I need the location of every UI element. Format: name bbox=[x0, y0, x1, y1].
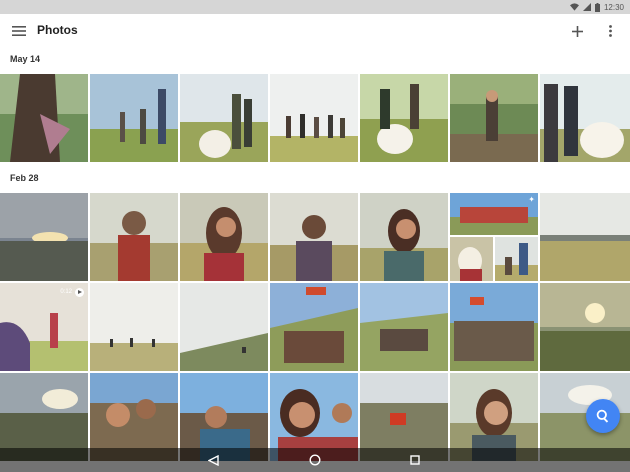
nav-recents-icon[interactable] bbox=[407, 452, 423, 468]
photo-thumbnail[interactable] bbox=[450, 237, 493, 281]
photo-thumbnail[interactable]: ✦ bbox=[450, 193, 538, 235]
more-vert-icon[interactable] bbox=[604, 22, 616, 40]
video-duration: 0:12 bbox=[60, 289, 72, 295]
video-badge: 0:12 bbox=[60, 287, 84, 297]
photo-thumbnail[interactable] bbox=[270, 283, 358, 371]
photo-thumbnail[interactable] bbox=[360, 283, 448, 371]
signal-icon bbox=[582, 3, 591, 11]
photo-thumbnail[interactable] bbox=[540, 193, 630, 281]
photo-thumbnail[interactable] bbox=[450, 74, 538, 162]
photo-thumbnail[interactable] bbox=[0, 74, 88, 162]
photo-thumbnail[interactable] bbox=[270, 74, 358, 162]
photo-thumbnail[interactable] bbox=[540, 283, 630, 371]
photo-thumbnail[interactable] bbox=[180, 74, 268, 162]
wifi-icon bbox=[569, 3, 579, 11]
system-nav-bar bbox=[0, 448, 630, 472]
search-icon bbox=[596, 409, 609, 423]
photo-thumbnail[interactable] bbox=[0, 193, 88, 281]
app-bar: Photos bbox=[0, 14, 630, 48]
nav-home-icon[interactable] bbox=[307, 452, 323, 468]
photo-thumbnail[interactable] bbox=[90, 283, 178, 371]
photo-thumbnail[interactable] bbox=[360, 193, 448, 281]
section-date-header: Feb 28 bbox=[10, 173, 39, 183]
status-bar: 12:30 bbox=[0, 0, 630, 14]
hamburger-menu-icon[interactable] bbox=[9, 22, 29, 40]
photo-thumbnail[interactable] bbox=[495, 237, 538, 281]
section-date-header: May 14 bbox=[10, 54, 41, 64]
status-time: 12:30 bbox=[603, 2, 624, 12]
photo-thumbnail[interactable] bbox=[360, 74, 448, 162]
search-fab-button[interactable] bbox=[586, 399, 620, 433]
photo-thumbnail[interactable] bbox=[270, 193, 358, 281]
photo-thumbnail[interactable] bbox=[450, 283, 538, 371]
plus-icon[interactable] bbox=[568, 22, 586, 40]
photo-thumbnail[interactable] bbox=[180, 193, 268, 281]
photo-thumbnail[interactable] bbox=[90, 193, 178, 281]
photo-thumbnail[interactable] bbox=[180, 283, 268, 371]
photo-thumbnail[interactable] bbox=[90, 74, 178, 162]
play-icon bbox=[75, 287, 84, 297]
battery-icon bbox=[594, 2, 600, 12]
photo-thumbnail[interactable] bbox=[540, 74, 630, 162]
sparkle-icon: ✦ bbox=[528, 195, 535, 204]
app-title: Photos bbox=[37, 23, 78, 37]
nav-back-icon[interactable] bbox=[205, 452, 221, 468]
photo-thumbnail[interactable]: 0:12 bbox=[0, 283, 88, 371]
status-icons: 12:30 bbox=[569, 1, 624, 13]
